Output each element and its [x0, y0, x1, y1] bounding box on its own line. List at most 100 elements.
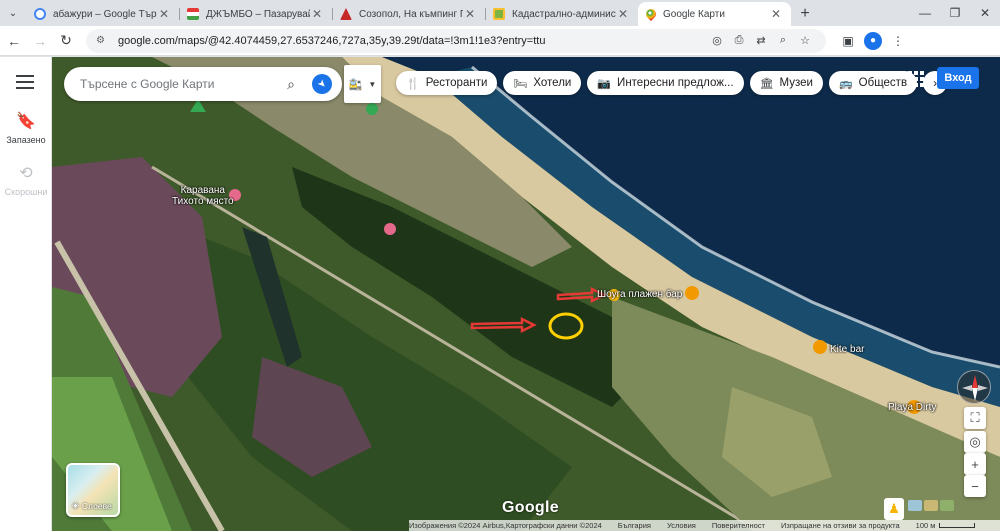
caret-down-icon: ▼ — [368, 79, 377, 89]
thumbnail[interactable] — [908, 500, 922, 511]
search-input[interactable]: Търсене с Google Карти — [80, 77, 278, 91]
my-location-icon[interactable]: ◎ — [964, 431, 986, 453]
place-label-beach-bar[interactable]: Шоуга плажен бар — [597, 289, 682, 300]
directions-icon[interactable]: ➤ — [307, 69, 337, 99]
google-favicon-icon — [34, 8, 46, 20]
search-box[interactable]: Търсене с Google Карти ⌕ ➤ — [64, 67, 342, 101]
jumbo-favicon-icon — [187, 8, 199, 20]
install-app-icon[interactable]: ⎙ — [728, 34, 750, 47]
layers-button[interactable]: ◈ Слоеве — [66, 463, 120, 517]
transit-icon: 🚌 — [838, 77, 853, 90]
chip-attractions[interactable]: 📷 Интересни предлож... — [587, 71, 744, 95]
satellite-map[interactable]: Каравана Тихото място Шоуга плажен бар K… — [52, 57, 1000, 531]
scale-label[interactable]: 100 м — [916, 521, 936, 530]
restore-icon[interactable]: ❐ — [940, 0, 970, 26]
transit-icon: 🚉 — [348, 78, 363, 91]
translate-icon[interactable]: ⇄ — [750, 34, 772, 47]
search-icon[interactable]: ⌕ — [278, 76, 304, 93]
forward-arrow-icon[interactable]: → — [28, 29, 52, 53]
tab-title: ДЖЪМБО – Пазарувай сега он — [206, 8, 310, 20]
scale-bar — [939, 523, 976, 528]
imagery-credit: Изображения ©2024 Airbus,Картографски да… — [409, 521, 602, 530]
menu-kebab-icon[interactable]: ⋮ — [886, 34, 910, 48]
tab-title: Кадастрално-административни — [512, 8, 616, 20]
category-chips: 🍴 Ресторанти 🛏 Хотели 📷 Интересни предло… — [396, 71, 953, 95]
satellite-imagery — [52, 57, 1000, 531]
chip-museums[interactable]: 🏛 Музеи — [749, 71, 823, 95]
place-label-caravan[interactable]: Каравана Тихото място — [172, 185, 234, 207]
country-link[interactable]: България — [618, 521, 651, 530]
chip-label: Музеи — [779, 77, 813, 89]
transit-layer-button[interactable]: 🚉 ▼ — [344, 65, 381, 103]
profile-avatar-icon[interactable]: ● — [864, 31, 882, 50]
tab-title: Google Карти — [663, 8, 725, 20]
chip-label: Интересни предлож... — [617, 77, 734, 89]
camera-icon: 📷 — [597, 77, 612, 90]
museum-icon: 🏛 — [759, 77, 774, 90]
cadastre-favicon-icon — [493, 8, 505, 20]
tab-strip: ⌄ абажури – Google Търсене ✕ ДЖЪМБО – Па… — [0, 0, 1000, 26]
tab-title: Созопол, На къмпинг Градина — [359, 8, 463, 20]
zoom-icon[interactable]: ⌕ — [772, 34, 794, 47]
close-tab-icon[interactable]: ✕ — [769, 7, 783, 21]
maps-left-rail: 🔖 Запазено ⟲ Скорошни — [0, 57, 52, 531]
sign-in-button[interactable]: Вход — [937, 67, 979, 89]
new-tab-plus-icon[interactable]: + — [791, 2, 819, 26]
hamburger-menu-icon[interactable] — [16, 75, 34, 93]
layers-label: ◈ Слоеве — [72, 500, 112, 511]
url-text: google.com/maps/@42.4074459,27.6537246,7… — [118, 34, 546, 47]
recent-button[interactable]: ⟲ Скорошни — [0, 163, 52, 197]
google-logo: Google — [502, 499, 559, 516]
tilt-icon[interactable]: ⛶ — [964, 407, 986, 429]
back-arrow-icon[interactable]: ← — [2, 29, 26, 53]
layers-icon: ◈ — [72, 500, 79, 510]
chip-hotels[interactable]: 🛏 Хотели — [503, 71, 582, 95]
browser-tab[interactable]: Кадастрално-административни ✕ — [485, 2, 638, 26]
thumbnail[interactable] — [940, 500, 954, 511]
sozopol-favicon-icon — [340, 8, 352, 20]
side-panel-icon[interactable]: ▣ — [836, 34, 860, 48]
thumbnail[interactable] — [924, 500, 938, 511]
tab-title: абажури – Google Търсене — [53, 8, 157, 20]
history-icon: ⟲ — [19, 165, 33, 182]
close-tab-icon[interactable]: ✕ — [616, 7, 630, 21]
browser-tab[interactable]: абажури – Google Търсене ✕ — [26, 2, 179, 26]
zoom-in-button[interactable]: + — [964, 453, 986, 475]
site-info-icon[interactable]: ⚙ — [96, 35, 110, 46]
close-tab-icon[interactable]: ✕ — [310, 7, 324, 21]
reload-icon[interactable]: ↻ — [54, 29, 78, 53]
pegman-icon[interactable]: ♟ — [884, 498, 904, 520]
terms-link[interactable]: Условия — [667, 521, 696, 530]
fork-knife-icon: 🍴 — [406, 77, 420, 90]
bookmark-star-icon[interactable]: ☆ — [794, 34, 816, 47]
browser-tab-active[interactable]: Google Карти ✕ — [638, 2, 791, 26]
eye-off-icon[interactable]: ◎ — [706, 34, 728, 47]
browser-toolbar: ← → ↻ ⚙ google.com/maps/@42.4074459,27.6… — [0, 26, 1000, 56]
saved-button[interactable]: 🔖 Запазено — [0, 111, 52, 145]
feedback-link[interactable]: Изпращане на отзиви за продукта — [781, 521, 900, 530]
address-bar[interactable]: ⚙ google.com/maps/@42.4074459,27.6537246… — [86, 28, 826, 53]
close-window-icon[interactable]: ✕ — [970, 0, 1000, 26]
place-label-playa[interactable]: Playa Dirty — [888, 402, 936, 413]
browser-tab[interactable]: Созопол, На къмпинг Градина ✕ — [332, 2, 485, 26]
chip-label: Ресторанти — [425, 77, 488, 89]
chip-transit[interactable]: 🚌 Обществ — [828, 71, 918, 95]
browser-tab[interactable]: ДЖЪМБО – Пазарувай сега он ✕ — [179, 2, 332, 26]
bed-icon: 🛏 — [513, 77, 528, 90]
close-tab-icon[interactable]: ✕ — [463, 7, 477, 21]
bookmark-icon: 🔖 — [16, 113, 36, 130]
tab-search-chevron-icon[interactable]: ⌄ — [0, 0, 26, 26]
place-label-kite-bar[interactable]: Kite bar — [830, 344, 864, 355]
chip-label: Обществ — [858, 77, 908, 89]
google-maps-favicon-icon — [643, 6, 659, 22]
zoom-out-button[interactable]: − — [964, 475, 986, 497]
close-tab-icon[interactable]: ✕ — [157, 7, 171, 21]
google-apps-icon[interactable] — [908, 71, 924, 87]
minimize-icon[interactable]: — — [910, 0, 940, 26]
chip-label: Хотели — [533, 77, 572, 89]
compass-icon[interactable] — [957, 370, 991, 404]
saved-label: Запазено — [6, 135, 46, 145]
chip-restaurants[interactable]: 🍴 Ресторанти — [396, 71, 498, 95]
privacy-link[interactable]: Поверителност — [712, 521, 765, 530]
imagery-thumbnails[interactable] — [908, 500, 954, 511]
